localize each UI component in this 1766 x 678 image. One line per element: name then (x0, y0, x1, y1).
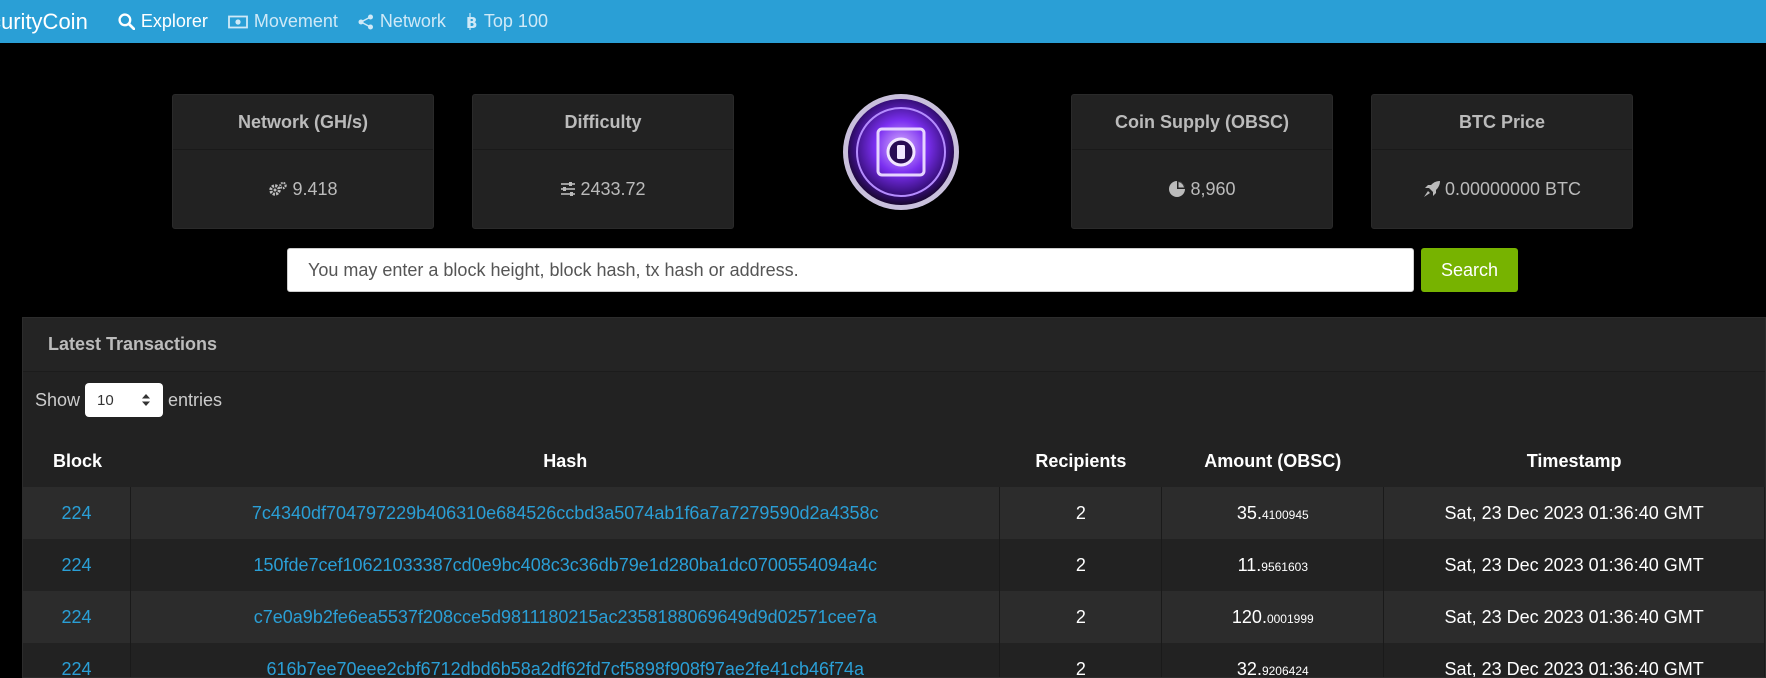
amount-decimal: 0001999 (1266, 611, 1314, 626)
sliders-icon (561, 182, 576, 196)
btc-price-card: BTC Price 0.00000000 BTC (1371, 94, 1633, 229)
entries-select[interactable]: 10 (85, 383, 164, 417)
show-label: Show (35, 389, 81, 410)
amount-integer: 120. (1231, 606, 1267, 627)
timestamp-cell: Sat, 23 Dec 2023 01:36:40 GMT (1383, 591, 1765, 643)
tx-hash-link[interactable]: 616b7ee70eee2cbf6712dbd6b58a2df62fd7cf58… (266, 659, 864, 678)
table-row: 224 616b7ee70eee2cbf6712dbd6b58a2df62fd7… (23, 643, 1765, 678)
amount-cell: 32.9206424 (1161, 643, 1385, 678)
recipients-cell: 2 (999, 643, 1163, 677)
amount-decimal: 9206424 (1261, 663, 1309, 678)
difficulty-value: 2433.72 (580, 178, 646, 199)
coin-logo (843, 94, 959, 210)
entries-length-control: Show 10 entries (23, 372, 1765, 428)
network-hashrate-value: 9.418 (292, 178, 338, 199)
card-title: Network (GH/s) (173, 95, 433, 150)
amount-integer: 11. (1237, 554, 1262, 575)
amount-decimal: 9561603 (1261, 559, 1308, 574)
entries-select-value: 10 (97, 391, 114, 409)
card-title: Difficulty (473, 95, 733, 150)
nav-explorer[interactable]: Explorer (118, 11, 208, 32)
search-button[interactable]: Search (1421, 248, 1518, 292)
pie-chart-icon (1169, 181, 1186, 197)
block-link[interactable]: 224 (62, 607, 92, 627)
entries-label: entries (168, 389, 223, 410)
table-row: 224 7c4340df704797229b406310e684526ccbd3… (23, 487, 1765, 539)
tx-hash-link[interactable]: c7e0a9b2fe6ea5537f208cce5d9811180215ac23… (254, 607, 877, 627)
money-icon (227, 15, 248, 28)
card-title: Coin Supply (OBSC) (1072, 95, 1332, 150)
rocket-icon (1423, 181, 1440, 197)
amount-cell: 35.4100945 (1161, 487, 1385, 539)
amount-integer: 32. (1236, 658, 1262, 678)
gears-icon (269, 181, 288, 196)
network-hashrate-card: Network (GH/s) 9.418 (172, 94, 434, 229)
block-link[interactable]: 224 (62, 503, 92, 523)
top-navbar: curityCoin Explorer Movement Network B T… (0, 0, 1766, 43)
nav-network[interactable]: Network (358, 11, 446, 32)
latest-transactions-panel: Latest Transactions Show 10 entries Bloc… (22, 317, 1766, 678)
nav-top100-label: Top 100 (483, 11, 548, 31)
amount-cell: 11.9561603 (1161, 539, 1385, 591)
recipients-cell: 2 (999, 591, 1163, 643)
brand-name[interactable]: curityCoin (0, 9, 88, 35)
column-header-block[interactable]: Block (23, 435, 131, 487)
coin-supply-card: Coin Supply (OBSC) 8,960 (1071, 94, 1333, 229)
timestamp-cell: Sat, 23 Dec 2023 01:36:40 GMT (1383, 643, 1765, 677)
search-icon (118, 13, 135, 30)
share-icon (358, 14, 373, 29)
nav-top100[interactable]: B Top 100 (466, 11, 548, 32)
transactions-table: Block Hash Recipients Amount (OBSC) Time… (23, 435, 1765, 678)
timestamp-cell: Sat, 23 Dec 2023 01:36:40 GMT (1383, 539, 1765, 591)
block-link[interactable]: 224 (62, 659, 92, 678)
table-row: 224 150fde7cef10621033387cd0e9bc408c3c36… (23, 539, 1765, 591)
coin-supply-value: 8,960 (1190, 178, 1236, 199)
column-header-hash[interactable]: Hash (131, 435, 1000, 487)
nav-network-label: Network (379, 11, 446, 31)
tx-hash-link[interactable]: 150fde7cef10621033387cd0e9bc408c3c36db79… (253, 555, 877, 575)
panel-title: Latest Transactions (23, 318, 1765, 372)
table-row: 224 c7e0a9b2fe6ea5537f208cce5d9811180215… (23, 591, 1765, 643)
btc-price-value: 0.00000000 BTC (1444, 178, 1582, 199)
amount-decimal: 4100945 (1261, 507, 1309, 522)
difficulty-card: Difficulty 2433.72 (472, 94, 734, 229)
table-header-row: Block Hash Recipients Amount (OBSC) Time… (23, 435, 1765, 487)
amount-cell: 120.0001999 (1161, 591, 1385, 643)
column-header-recipients[interactable]: Recipients (1000, 435, 1162, 487)
column-header-amount[interactable]: Amount (OBSC) (1162, 435, 1384, 487)
nav-movement-label: Movement (253, 11, 338, 31)
recipients-cell: 2 (999, 539, 1163, 591)
bitcoin-icon: B (466, 13, 477, 30)
card-title: BTC Price (1372, 95, 1632, 150)
column-header-timestamp[interactable]: Timestamp (1384, 435, 1765, 487)
svg-text:B: B (466, 14, 477, 30)
amount-integer: 35. (1236, 502, 1262, 523)
block-link[interactable]: 224 (62, 555, 92, 575)
search-input[interactable] (287, 248, 1414, 292)
timestamp-cell: Sat, 23 Dec 2023 01:36:40 GMT (1383, 487, 1765, 539)
recipients-cell: 2 (999, 487, 1163, 539)
sort-arrows-icon (142, 394, 151, 406)
nav-explorer-label: Explorer (140, 11, 208, 31)
tx-hash-link[interactable]: 7c4340df704797229b406310e684526ccbd3a507… (252, 503, 879, 523)
nav-movement[interactable]: Movement (227, 11, 338, 32)
